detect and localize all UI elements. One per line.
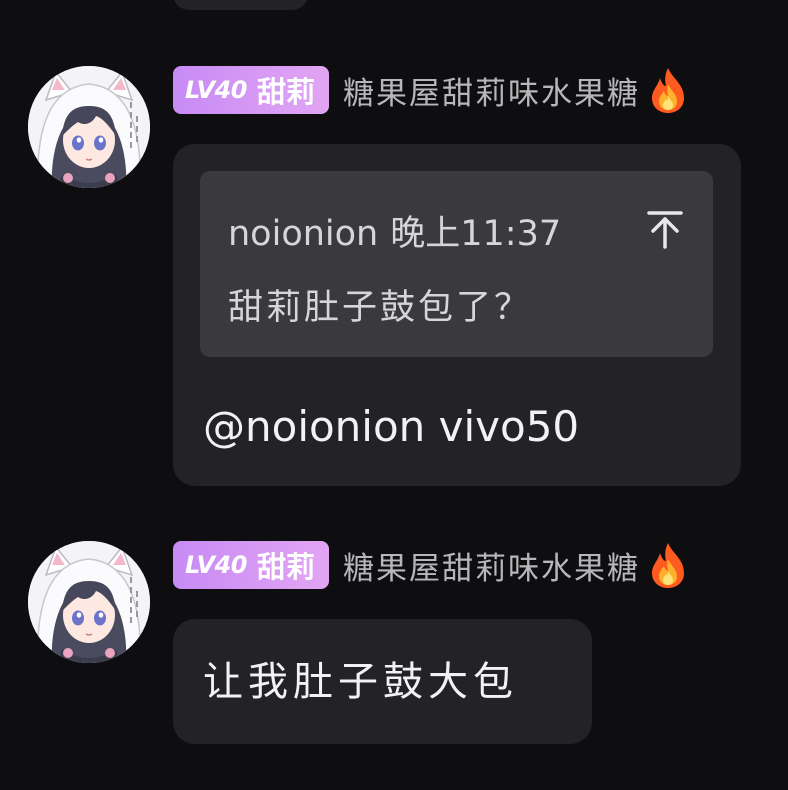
user-avatar[interactable] (28, 66, 150, 188)
quoted-message[interactable]: noionion 晚上11:37 甜莉肚子鼓包了？ (200, 171, 713, 357)
user-avatar[interactable] (28, 541, 150, 663)
previous-message-bubble (173, 0, 308, 10)
fire-icon (651, 68, 684, 113)
chat-view: LV40 甜莉 糖果屋甜莉味水果糖 noionion 晚上11:37 甜莉肚子鼓包… (0, 0, 788, 790)
message-text: @noionion vivo50 (203, 402, 580, 451)
arrow-up-to-top-icon[interactable] (647, 209, 683, 249)
quote-text: 甜莉肚子鼓包了？ (228, 288, 533, 328)
message-bubble[interactable]: 让我肚子鼓大包 (173, 619, 592, 744)
message-header: LV40 甜莉 糖果屋甜莉味水果糖 (173, 66, 690, 114)
message-header: LV40 甜莉 糖果屋甜莉味水果糖 (173, 541, 690, 589)
quote-time: 晚上11:37 (390, 214, 562, 254)
badge-name: 甜莉 (256, 75, 315, 109)
user-nickname[interactable]: 糖果屋甜莉味水果糖 (343, 543, 640, 588)
level-badge[interactable]: LV40 甜莉 (173, 66, 329, 114)
user-nickname[interactable]: 糖果屋甜莉味水果糖 (343, 68, 640, 113)
message-text: 让我肚子鼓大包 (203, 659, 518, 705)
badge-name: 甜莉 (256, 550, 315, 584)
message-bubble[interactable]: noionion 晚上11:37 甜莉肚子鼓包了？ @noionion vivo5… (173, 144, 741, 486)
fire-icon (651, 543, 684, 588)
level-label: LV40 (185, 76, 247, 104)
quote-author: noionion (228, 214, 379, 254)
level-label: LV40 (185, 551, 247, 579)
level-badge[interactable]: LV40 甜莉 (173, 541, 329, 589)
quote-meta: noionion 晚上11:37 (228, 205, 561, 256)
